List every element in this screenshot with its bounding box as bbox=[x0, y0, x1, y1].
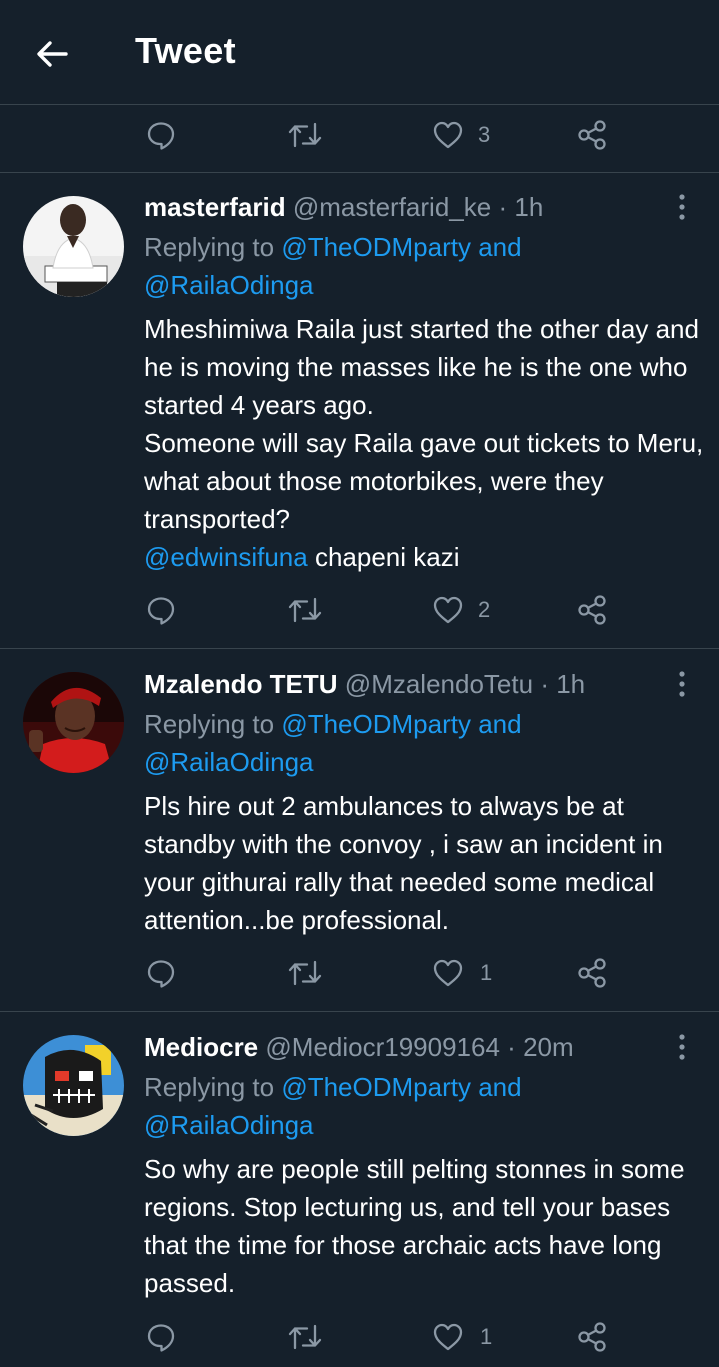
divider bbox=[0, 648, 719, 649]
reply-icon bbox=[147, 122, 175, 150]
separator-dot: · bbox=[540, 669, 549, 699]
more-options-icon[interactable] bbox=[670, 669, 694, 699]
top-app-bar: Tweet bbox=[0, 0, 719, 105]
divider bbox=[0, 1011, 719, 1012]
replying-to: Replying to @TheODMparty and @RailaOding… bbox=[144, 228, 704, 304]
timestamp[interactable]: 1h bbox=[556, 669, 585, 699]
separator-dot: · bbox=[498, 192, 508, 222]
reply-button[interactable] bbox=[146, 1307, 176, 1367]
avatar[interactable] bbox=[23, 672, 124, 773]
tweet-actions: 2 bbox=[0, 580, 719, 640]
replying-label: Replying to bbox=[144, 232, 275, 262]
share-icon bbox=[578, 1322, 606, 1352]
tweet-actions: 1 bbox=[0, 943, 719, 1003]
replying-to: Replying to @TheODMparty and @RailaOding… bbox=[144, 705, 704, 781]
divider bbox=[0, 172, 719, 173]
retweet-button[interactable] bbox=[287, 943, 323, 1003]
mention-link[interactable]: @edwinsifuna bbox=[144, 542, 308, 572]
replying-user-link[interactable]: @RailaOdinga bbox=[144, 1110, 313, 1140]
user-handle[interactable]: @Mediocr19909164 bbox=[265, 1032, 500, 1062]
separator-dot: · bbox=[507, 1032, 516, 1062]
tweet-actions: 1 bbox=[0, 1307, 719, 1367]
reply-button[interactable] bbox=[146, 105, 176, 165]
reply-tweet[interactable]: masterfarid @masterfarid_ke · 1h Replyin… bbox=[0, 188, 719, 648]
arrow-left-icon[interactable] bbox=[34, 36, 70, 72]
like-button[interactable]: 1 bbox=[432, 1307, 492, 1367]
heart-icon bbox=[433, 1323, 463, 1351]
share-button[interactable] bbox=[576, 943, 608, 1003]
like-count: 3 bbox=[478, 122, 491, 147]
reply-icon bbox=[147, 1324, 175, 1352]
page-title: Tweet bbox=[135, 30, 236, 71]
replying-users-link[interactable]: @TheODMparty and bbox=[281, 1072, 521, 1102]
share-icon bbox=[578, 958, 606, 988]
replying-label: Replying to bbox=[144, 709, 275, 739]
more-options-icon[interactable] bbox=[670, 192, 694, 222]
tweet-text-line: Someone will say Raila gave out tickets … bbox=[144, 428, 704, 534]
user-handle[interactable]: @masterfarid_ke bbox=[293, 192, 491, 222]
share-icon bbox=[578, 595, 606, 625]
reply-button[interactable] bbox=[146, 580, 176, 640]
heart-icon bbox=[433, 596, 463, 624]
more-options-icon[interactable] bbox=[670, 1032, 694, 1062]
replying-user-link[interactable]: @RailaOdinga bbox=[144, 270, 313, 300]
tweet-header: Mediocre @Mediocr19909164 · 20m bbox=[144, 1028, 574, 1066]
share-button[interactable] bbox=[576, 580, 608, 640]
heart-icon bbox=[433, 121, 463, 149]
retweet-icon bbox=[288, 122, 322, 148]
mention-rest-text: chapeni kazi bbox=[307, 542, 460, 572]
replying-label: Replying to bbox=[144, 1072, 275, 1102]
display-name[interactable]: Mzalendo TETU bbox=[144, 669, 338, 699]
like-count: 1 bbox=[480, 1324, 493, 1349]
tweet-header: masterfarid @masterfarid_ke · 1h bbox=[144, 188, 543, 226]
replying-users-link[interactable]: @TheODMparty and bbox=[281, 232, 521, 262]
tweet-text: Mheshimiwa Raila just started the other … bbox=[144, 310, 709, 576]
reply-tweet[interactable]: Mediocre @Mediocr19909164 · 20m Replying… bbox=[0, 1028, 719, 1342]
replying-to: Replying to @TheODMparty and @RailaOding… bbox=[144, 1068, 704, 1144]
display-name[interactable]: Mediocre bbox=[144, 1032, 258, 1062]
tweet-text-line: So why are people still pelting stonnes … bbox=[144, 1154, 685, 1298]
replying-users-link[interactable]: @TheODMparty and bbox=[281, 709, 521, 739]
share-button[interactable] bbox=[576, 105, 608, 165]
tweet-text: So why are people still pelting stonnes … bbox=[144, 1150, 709, 1302]
heart-icon bbox=[433, 959, 463, 987]
like-button[interactable]: 2 bbox=[432, 580, 490, 640]
replying-user-link[interactable]: @RailaOdinga bbox=[144, 747, 313, 777]
display-name[interactable]: masterfarid bbox=[144, 192, 286, 222]
tweet-text-line: Mheshimiwa Raila just started the other … bbox=[144, 314, 699, 420]
user-handle[interactable]: @MzalendoTetu bbox=[345, 669, 533, 699]
reply-icon bbox=[147, 960, 175, 988]
retweet-icon bbox=[288, 597, 322, 623]
timestamp[interactable]: 20m bbox=[523, 1032, 574, 1062]
tweet-header: Mzalendo TETU @MzalendoTetu · 1h bbox=[144, 665, 585, 703]
retweet-icon bbox=[288, 960, 322, 986]
main-tweet-actions: 3 bbox=[0, 105, 719, 165]
avatar[interactable] bbox=[23, 1035, 124, 1136]
like-count: 1 bbox=[480, 960, 493, 985]
avatar[interactable] bbox=[23, 196, 124, 297]
tweet-text-line: Pls hire out 2 ambulances to always be a… bbox=[144, 791, 663, 935]
like-count: 2 bbox=[478, 597, 491, 622]
like-button[interactable]: 3 bbox=[432, 105, 490, 165]
like-button[interactable]: 1 bbox=[432, 943, 492, 1003]
reply-button[interactable] bbox=[146, 943, 176, 1003]
tweet-text-line: @edwinsifuna chapeni kazi bbox=[144, 538, 709, 576]
share-button[interactable] bbox=[576, 1307, 608, 1367]
retweet-icon bbox=[288, 1324, 322, 1350]
retweet-button[interactable] bbox=[287, 1307, 323, 1367]
retweet-button[interactable] bbox=[287, 580, 323, 640]
tweet-text: Pls hire out 2 ambulances to always be a… bbox=[144, 787, 709, 939]
timestamp[interactable]: 1h bbox=[514, 192, 543, 222]
reply-icon bbox=[147, 597, 175, 625]
share-icon bbox=[578, 120, 606, 150]
retweet-button[interactable] bbox=[287, 105, 323, 165]
